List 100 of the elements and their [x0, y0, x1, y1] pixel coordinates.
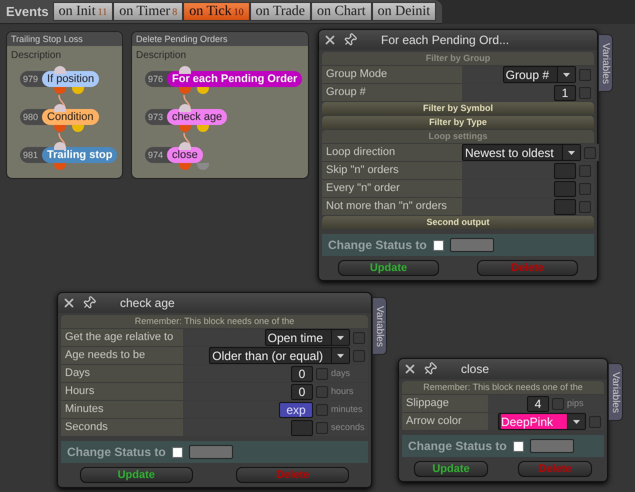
number-field[interactable]: 0	[291, 384, 313, 400]
status-label: Change Status to	[408, 438, 507, 455]
update-button[interactable]: Update	[338, 260, 439, 276]
block-node[interactable]: Trailing stop	[42, 147, 118, 163]
block-node[interactable]: check age	[167, 109, 228, 125]
status-field[interactable]	[450, 238, 494, 252]
number-field[interactable]: 0	[291, 366, 313, 382]
color-dropdown-field[interactable]: DeepPink	[498, 413, 586, 430]
field-label: Slippage	[402, 395, 488, 412]
dropdown-button[interactable]	[331, 330, 349, 345]
field-label: Days	[61, 365, 183, 382]
dropdown-button[interactable]	[331, 348, 349, 363]
update-button[interactable]: Update	[414, 461, 488, 477]
field-label: Loop direction	[322, 144, 462, 161]
number-field[interactable]	[554, 198, 576, 214]
field-label: Skip "n" orders	[322, 162, 462, 179]
window-title: close	[460, 361, 490, 378]
window-title: For each Pending Ord...	[380, 32, 510, 49]
status-checkbox[interactable]	[512, 440, 524, 452]
status-label: Change Status to	[328, 237, 427, 254]
checkbox[interactable]	[552, 398, 564, 410]
field-label: Every "n" order	[322, 180, 462, 197]
status-field[interactable]	[188, 445, 233, 459]
unit-label: days	[331, 366, 352, 380]
panel-title: Delete Pending Orders	[132, 32, 308, 46]
section-header[interactable]: Filter by Type	[322, 116, 594, 129]
event-tab[interactable]: on Timer 8	[113, 2, 184, 21]
description-label: Description	[10, 49, 62, 63]
status-field[interactable]	[530, 439, 574, 453]
dropdown-field[interactable]: Newest to oldest	[462, 144, 581, 161]
section-header[interactable]: Filter by Symbol	[322, 102, 594, 115]
update-button[interactable]: Update	[80, 467, 193, 483]
block-node[interactable]: If position	[42, 71, 100, 87]
number-field[interactable]	[291, 420, 313, 436]
color-value: DeepPink	[500, 414, 567, 429]
field-label: Get the age relative to	[61, 329, 183, 346]
connector-line	[182, 133, 192, 147]
checkbox[interactable]	[316, 386, 328, 398]
section-header[interactable]: Second output	[322, 216, 594, 229]
close-icon[interactable]	[62, 296, 76, 310]
event-tab[interactable]: on Tick 10	[183, 2, 250, 21]
checkbox[interactable]	[584, 146, 596, 158]
close-icon[interactable]	[323, 33, 337, 47]
unit-label: pips	[567, 396, 585, 410]
caret-icon	[573, 420, 580, 424]
status-checkbox[interactable]	[432, 240, 444, 250]
unit-label: seconds	[331, 420, 365, 434]
connector-line	[57, 133, 67, 147]
variables-tab[interactable]: Variables	[608, 363, 623, 421]
dropdown-button[interactable]	[567, 414, 585, 429]
unit-label: minutes	[331, 402, 364, 416]
dropdown-button[interactable]	[562, 145, 580, 160]
caret-icon	[563, 72, 570, 76]
window-title: check age	[119, 295, 175, 312]
status-checkbox[interactable]	[172, 446, 183, 458]
event-tab[interactable]: on Trade	[250, 2, 312, 21]
checkbox[interactable]	[316, 422, 328, 434]
caret-icon	[337, 336, 344, 340]
panel-title: Trailing Stop Loss	[7, 32, 122, 46]
block-node[interactable]: close	[167, 147, 203, 163]
number-field[interactable]: 4	[527, 396, 549, 412]
field-label: Minutes	[61, 401, 183, 418]
field-label: Group #	[322, 84, 462, 101]
checkbox[interactable]	[589, 416, 601, 428]
close-icon[interactable]	[403, 362, 417, 376]
field-label: Not more than "n" orders	[322, 198, 462, 215]
checkbox[interactable]	[579, 200, 591, 212]
reminder-note: Remember: This block needs one of the	[61, 315, 368, 328]
checkbox[interactable]	[579, 164, 591, 176]
expression-field[interactable]: exp	[279, 402, 313, 418]
checkbox[interactable]	[579, 182, 591, 194]
variables-tab[interactable]: Variables	[598, 34, 613, 92]
number-field[interactable]	[554, 162, 576, 178]
checkbox[interactable]	[316, 368, 328, 380]
checkbox[interactable]	[353, 350, 365, 362]
checkbox[interactable]	[353, 332, 365, 344]
block-node[interactable]: Condition	[42, 109, 99, 125]
dropdown-field[interactable]: Group #	[502, 66, 576, 83]
checkbox[interactable]	[579, 86, 591, 98]
dropdown-button[interactable]	[557, 67, 575, 82]
checkbox[interactable]	[579, 68, 591, 80]
event-tab[interactable]: on Chart	[311, 2, 372, 21]
dropdown-field[interactable]: Older than (or equal)	[209, 347, 350, 364]
field-label: Arrow color	[402, 413, 488, 430]
block-node[interactable]: For each Pending Order	[167, 71, 302, 87]
connector-line	[182, 95, 192, 109]
connector-line	[57, 95, 67, 109]
number-field[interactable]	[554, 180, 576, 196]
variables-tab[interactable]: Variables	[372, 297, 387, 355]
field-label: Age needs to be	[61, 347, 183, 364]
unit-label: hours	[331, 384, 355, 398]
field-label: Group Mode	[322, 66, 462, 83]
status-label: Change Status to	[67, 444, 166, 461]
event-tab[interactable]: on Init 11	[52, 2, 114, 21]
field-label: Seconds	[61, 419, 183, 436]
checkbox[interactable]	[316, 404, 328, 416]
dropdown-field[interactable]: Open time	[264, 329, 350, 346]
event-tab[interactable]: on Deinit	[372, 2, 436, 21]
caret-icon	[568, 150, 575, 154]
number-field[interactable]: 1	[554, 84, 576, 100]
